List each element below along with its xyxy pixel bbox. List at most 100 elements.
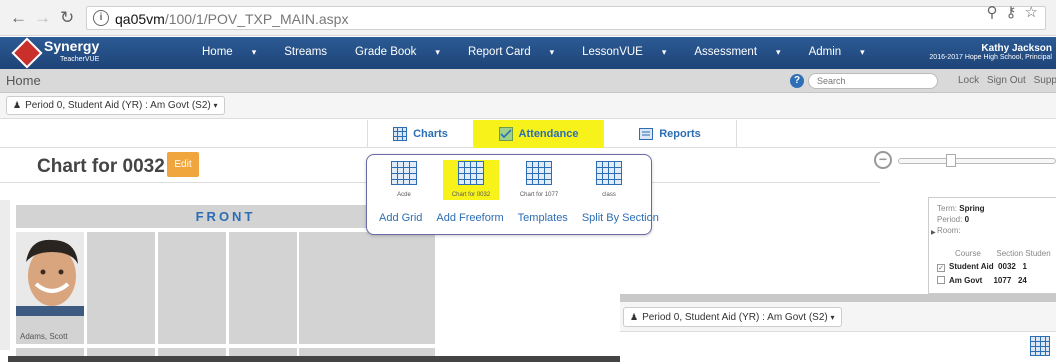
- url-host: qa05vm: [115, 11, 165, 27]
- course-checkbox[interactable]: ✓: [937, 264, 945, 272]
- student-photo: [16, 232, 84, 316]
- seat[interactable]: Adams, Scott: [16, 232, 84, 344]
- grid-icon: [391, 161, 417, 185]
- page-title: Home: [6, 73, 41, 88]
- seat[interactable]: [299, 232, 367, 344]
- tab-reports[interactable]: Reports: [603, 120, 737, 148]
- attendance-icon: [498, 127, 513, 141]
- chevron-down-icon: ▾: [776, 47, 781, 57]
- zoom-slider-handle[interactable]: [946, 154, 956, 167]
- menu-assessment[interactable]: Assessment ▾: [694, 46, 794, 58]
- chevron-down-icon: ▾: [213, 101, 218, 110]
- grid-icon: [526, 161, 552, 185]
- course-row[interactable]: Am Govt 1077 24: [937, 276, 1027, 285]
- menu-report-card[interactable]: Report Card ▾: [468, 46, 568, 58]
- seat[interactable]: [158, 232, 226, 344]
- period-bar: ♟ Period 0, Student Aid (YR) : Am Govt (S…: [0, 93, 1056, 119]
- grid-icon: [393, 127, 408, 141]
- chart-option-acde[interactable]: Acde: [376, 160, 432, 200]
- chart-option-0032[interactable]: Chart for 0032: [443, 160, 499, 200]
- support-link[interactable]: Support: [1034, 75, 1056, 86]
- split-by-section-link[interactable]: Split By Section: [582, 212, 659, 224]
- add-freeform-link[interactable]: Add Freeform: [436, 212, 503, 224]
- overlay-period-label: Period 0, Student Aid (YR) : Am Govt (S2…: [642, 312, 828, 323]
- logo-mark-icon: [11, 37, 43, 69]
- period-value: 0: [964, 215, 970, 224]
- expand-icon[interactable]: ▶: [931, 229, 936, 236]
- chevron-down-icon: ▾: [549, 47, 555, 57]
- term-value: Spring: [959, 204, 985, 213]
- grid-icon: [458, 161, 484, 185]
- period-row: Period: 0: [937, 215, 970, 224]
- tab-charts[interactable]: Charts: [367, 120, 473, 148]
- header-links: Lock Sign Out Support H: [958, 75, 1056, 86]
- charts-dropdown: Acde Chart for 0032 Chart for 1077 class…: [366, 154, 659, 235]
- grid-icon: [596, 161, 622, 185]
- logo-text: Synergy: [44, 38, 100, 54]
- search-input[interactable]: [808, 73, 938, 89]
- add-grid-link[interactable]: Add Grid: [379, 212, 422, 224]
- sign-out-link[interactable]: Sign Out: [987, 75, 1026, 86]
- zoom-slider[interactable]: [898, 158, 1056, 164]
- menu-home[interactable]: Home ▾: [202, 46, 270, 58]
- grid-icon[interactable]: [1030, 336, 1050, 356]
- tab-attendance-label: Attendance: [518, 128, 579, 140]
- chevron-down-icon: ▾: [251, 47, 257, 57]
- tab-attendance[interactable]: Attendance: [473, 120, 603, 148]
- seat[interactable]: [229, 232, 297, 344]
- left-panel-edge: [0, 200, 10, 350]
- user-name: Kathy Jackson: [981, 43, 1052, 54]
- templates-link[interactable]: Templates: [518, 212, 568, 224]
- url-path: /100/1/POV_TXP_MAIN.aspx: [164, 11, 349, 27]
- menu-grade-book[interactable]: Grade Book ▾: [355, 46, 454, 58]
- user-info[interactable]: Kathy Jackson 2016-2017 Hope High School…: [929, 43, 1052, 61]
- zoom-icon[interactable]: ⚲: [987, 4, 1006, 21]
- overlay-period-bar: ♟ Period 0, Student Aid (YR) : Am Govt (S…: [620, 302, 1056, 332]
- chart-title: Chart for 0032: [37, 156, 165, 177]
- window-edge: [8, 356, 620, 362]
- chevron-down-icon: ▾: [860, 47, 865, 57]
- address-bar[interactable]: i qa05vm/100/1/POV_TXP_MAIN.aspx: [86, 6, 1046, 30]
- chart-actions: Add Grid Add Freeform Templates Split By…: [379, 212, 673, 224]
- key-icon[interactable]: ⚷: [1006, 4, 1025, 21]
- zoom-out-icon[interactable]: −: [874, 151, 892, 169]
- period-dropdown[interactable]: ♟ Period 0, Student Aid (YR) : Am Govt (S…: [6, 96, 225, 115]
- chart-option-label: class: [602, 192, 616, 198]
- reports-icon: [639, 128, 654, 140]
- chart-option-class[interactable]: class: [581, 160, 637, 200]
- home-bar: Home ? Lock Sign Out Support H: [0, 69, 1056, 93]
- seat[interactable]: [367, 232, 435, 344]
- main-menu: Home ▾ Streams Grade Book ▾ Report Card ▾ L…: [202, 46, 893, 58]
- term-row: Term: Spring: [937, 204, 985, 213]
- course-table-header: Course Section Studen: [955, 249, 1051, 258]
- chevron-down-icon: ▾: [661, 47, 667, 57]
- app-top-bar: Synergy TeacherVUE Home ▾ Streams Grade Bo…: [0, 37, 1056, 69]
- help-icon[interactable]: ?: [790, 74, 804, 88]
- seat[interactable]: [87, 232, 155, 344]
- person-icon: ♟: [630, 312, 639, 322]
- tab-bar: Charts Attendance Reports: [0, 120, 1056, 148]
- menu-streams[interactable]: Streams: [284, 46, 341, 58]
- menu-lessonvue[interactable]: LessonVUE ▾: [582, 46, 680, 58]
- tab-reports-label: Reports: [659, 128, 701, 140]
- chart-option-1077[interactable]: Chart for 1077: [511, 160, 567, 200]
- overlapping-window: ♟ Period 0, Student Aid (YR) : Am Govt (S…: [620, 294, 1056, 362]
- room-row: Room:: [937, 226, 961, 235]
- period-dropdown-label: Period 0, Student Aid (YR) : Am Govt (S2…: [25, 100, 211, 111]
- overlay-period-dropdown[interactable]: ♟ Period 0, Student Aid (YR) : Am Govt (S…: [623, 307, 842, 327]
- chevron-down-icon: ▾: [830, 313, 835, 322]
- edit-button[interactable]: Edit: [167, 152, 199, 177]
- chart-option-label: Chart for 0032: [451, 192, 491, 198]
- course-row[interactable]: ✓ Student Aid 0032 1: [937, 262, 1027, 272]
- star-icon[interactable]: ☆: [1025, 4, 1046, 21]
- forward-icon[interactable]: →: [34, 8, 51, 28]
- reload-icon[interactable]: ↻: [60, 8, 74, 28]
- menu-admin[interactable]: Admin ▾: [809, 46, 879, 58]
- chart-option-label: Acde: [397, 192, 411, 198]
- back-icon[interactable]: ←: [10, 8, 27, 28]
- tab-charts-label: Charts: [413, 128, 448, 140]
- info-icon[interactable]: i: [93, 10, 109, 26]
- lock-link[interactable]: Lock: [958, 75, 979, 86]
- synergy-logo[interactable]: Synergy TeacherVUE: [11, 37, 100, 69]
- course-checkbox[interactable]: [937, 276, 945, 284]
